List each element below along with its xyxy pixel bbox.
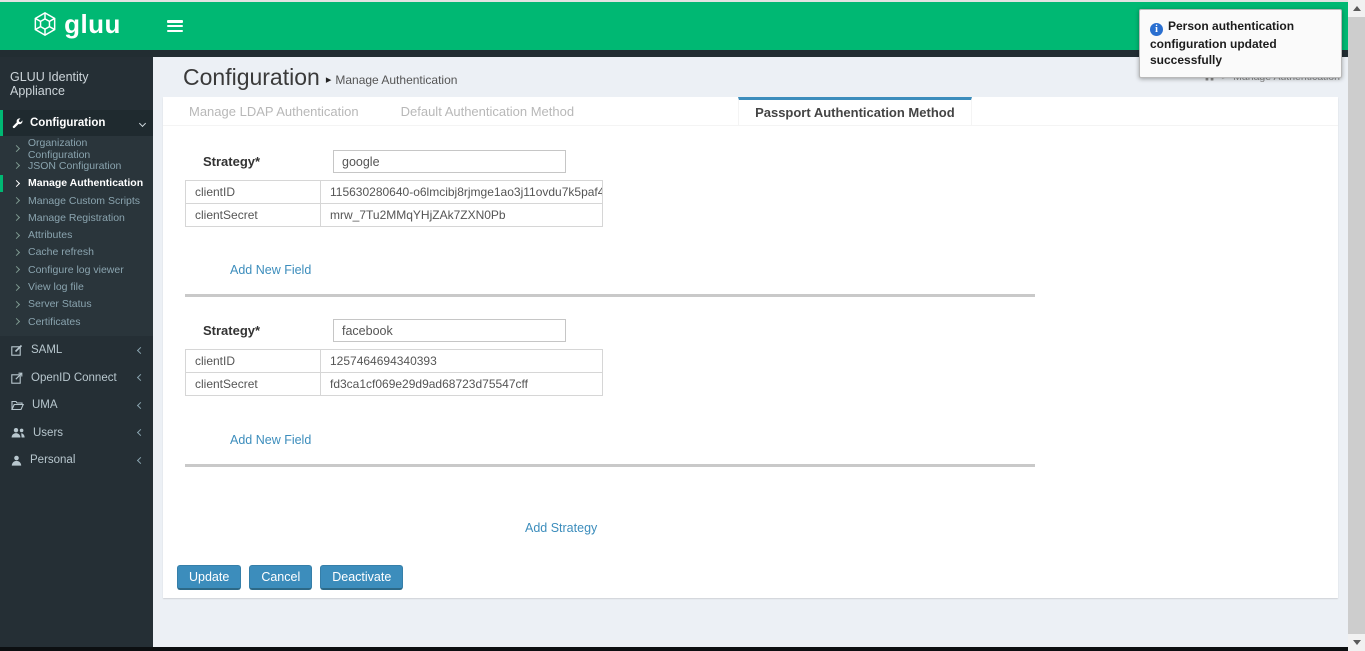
sidebar-item-cache-refresh[interactable]: Cache refresh bbox=[0, 244, 153, 261]
window-bottom-edge bbox=[0, 647, 1348, 651]
sidebar-item-manage-custom-scripts[interactable]: Manage Custom Scripts bbox=[0, 192, 153, 209]
strategy-input-google[interactable] bbox=[333, 150, 566, 173]
chevron-left-icon bbox=[137, 374, 144, 381]
sidebar-item-openid-connect[interactable]: OpenID Connect bbox=[0, 364, 153, 392]
sidebar-item-users[interactable]: Users bbox=[0, 419, 153, 447]
main-content: Configuration ▸ Manage Authentication > … bbox=[153, 57, 1348, 647]
field-key-cell[interactable]: clientSecret bbox=[186, 373, 321, 396]
brand-name: gluu bbox=[64, 11, 121, 41]
chevron-right-icon bbox=[13, 266, 20, 273]
auth-config-card: Manage LDAP Authentication Default Authe… bbox=[163, 97, 1338, 598]
scroll-down-icon[interactable] bbox=[1348, 634, 1365, 651]
sidebar-item-configuration[interactable]: Configuration bbox=[0, 110, 153, 136]
chevron-right-icon bbox=[13, 162, 20, 169]
table-row: clientID 115630280640-o6lmcibj8rjmge1ao3… bbox=[186, 181, 603, 204]
cancel-button[interactable]: Cancel bbox=[249, 565, 312, 590]
chevron-right-icon bbox=[13, 197, 20, 204]
strategy-2-fields-table: clientID 1257464694340393 clientSecret f… bbox=[185, 349, 603, 396]
strategy-input-facebook[interactable] bbox=[333, 319, 566, 342]
pencil-square-icon bbox=[11, 344, 23, 356]
chevron-right-icon bbox=[13, 214, 20, 221]
sidebar-item-view-log-file[interactable]: View log file bbox=[0, 278, 153, 295]
chevron-right-icon bbox=[13, 232, 20, 239]
success-notification[interactable]: iPerson authentication configuration upd… bbox=[1139, 9, 1342, 78]
strategy-1-fields-table: clientID 115630280640-o6lmcibj8rjmge1ao3… bbox=[185, 180, 603, 227]
page-subtitle: Manage Authentication bbox=[335, 73, 457, 87]
gluu-hexagon-icon bbox=[32, 11, 58, 42]
add-new-field-link-2[interactable]: Add New Field bbox=[230, 433, 311, 447]
tab-default-authentication-method[interactable]: Default Authentication Method bbox=[385, 97, 590, 125]
info-circle-icon: i bbox=[1150, 23, 1163, 36]
sidebar-item-organization-configuration[interactable]: Organization Configuration bbox=[0, 140, 153, 157]
notification-text: Person authentication configuration upda… bbox=[1150, 19, 1294, 67]
scroll-up-icon[interactable] bbox=[1348, 0, 1365, 17]
field-value-cell[interactable]: mrw_7Tu2MMqYHjZAk7ZXN0Pb bbox=[321, 204, 603, 227]
chevron-right-icon bbox=[13, 283, 20, 290]
sidebar-item-label: Configuration bbox=[30, 117, 140, 129]
section-divider bbox=[185, 294, 1035, 297]
page-title: Configuration ▸ Manage Authentication bbox=[183, 64, 457, 91]
field-value-cell[interactable]: 115630280640-o6lmcibj8rjmge1ao3j11ovdu7k… bbox=[321, 181, 603, 204]
users-icon bbox=[11, 427, 25, 438]
sidebar-item-configure-log-viewer[interactable]: Configure log viewer bbox=[0, 261, 153, 278]
user-icon bbox=[11, 455, 22, 466]
chevron-right-icon bbox=[13, 180, 20, 187]
sidebar-item-uma[interactable]: UMA bbox=[0, 391, 153, 419]
chevron-right-icon bbox=[13, 145, 20, 152]
strategy-row-2: Strategy* bbox=[203, 319, 566, 342]
sidebar: GLUU Identity Appliance Configuration Or… bbox=[0, 57, 153, 647]
field-key-cell[interactable]: clientID bbox=[186, 350, 321, 373]
strategy-label: Strategy* bbox=[203, 154, 333, 169]
configuration-submenu: Organization Configuration JSON Configur… bbox=[0, 136, 153, 336]
strategy-label: Strategy* bbox=[203, 323, 333, 338]
sidebar-item-saml[interactable]: SAML bbox=[0, 336, 153, 364]
chevron-down-icon bbox=[139, 119, 146, 126]
table-row: clientSecret mrw_7Tu2MMqYHjZAk7ZXN0Pb bbox=[186, 204, 603, 227]
appliance-title: GLUU Identity Appliance bbox=[0, 57, 153, 110]
field-value-cell[interactable]: fd3ca1cf069e29d9ad68723d75547cff bbox=[321, 373, 603, 396]
field-value-cell[interactable]: 1257464694340393 bbox=[321, 350, 603, 373]
wrench-icon bbox=[12, 118, 23, 129]
chevron-right-icon bbox=[13, 301, 20, 308]
folder-open-icon bbox=[11, 400, 24, 411]
chevron-left-icon bbox=[137, 346, 144, 353]
section-divider bbox=[185, 464, 1035, 467]
sidebar-item-attributes[interactable]: Attributes bbox=[0, 226, 153, 243]
table-row: clientSecret fd3ca1cf069e29d9ad68723d755… bbox=[186, 373, 603, 396]
chevron-left-icon bbox=[137, 401, 144, 408]
action-buttons: Update Cancel Deactivate bbox=[177, 565, 403, 590]
table-row: clientID 1257464694340393 bbox=[186, 350, 603, 373]
tab-manage-ldap-authentication[interactable]: Manage LDAP Authentication bbox=[173, 97, 375, 125]
sidebar-item-certificates[interactable]: Certificates bbox=[0, 313, 153, 330]
vertical-scrollbar[interactable] bbox=[1348, 0, 1365, 651]
sidebar-item-manage-authentication[interactable]: Manage Authentication bbox=[0, 175, 153, 192]
tab-bar: Manage LDAP Authentication Default Authe… bbox=[163, 97, 1338, 126]
update-button[interactable]: Update bbox=[177, 565, 241, 590]
chevron-right-icon bbox=[13, 249, 20, 256]
chevron-right-icon bbox=[13, 318, 20, 325]
strategy-row-1: Strategy* bbox=[203, 150, 566, 173]
sidebar-toggle-hamburger-icon[interactable] bbox=[167, 20, 183, 32]
add-strategy-link[interactable]: Add Strategy bbox=[525, 521, 597, 535]
field-key-cell[interactable]: clientID bbox=[186, 181, 321, 204]
field-key-cell[interactable]: clientSecret bbox=[186, 204, 321, 227]
sidebar-item-personal[interactable]: Personal bbox=[0, 446, 153, 474]
chevron-left-icon bbox=[137, 429, 144, 436]
external-link-icon bbox=[11, 372, 23, 384]
add-new-field-link-1[interactable]: Add New Field bbox=[230, 263, 311, 277]
caret-icon: ▸ bbox=[326, 73, 332, 86]
gluu-logo[interactable]: gluu bbox=[0, 2, 153, 50]
tab-passport-authentication-method[interactable]: Passport Authentication Method bbox=[738, 97, 972, 125]
sidebar-item-server-status[interactable]: Server Status bbox=[0, 296, 153, 313]
deactivate-button[interactable]: Deactivate bbox=[320, 565, 403, 590]
sidebar-item-manage-registration[interactable]: Manage Registration bbox=[0, 209, 153, 226]
chevron-left-icon bbox=[137, 456, 144, 463]
